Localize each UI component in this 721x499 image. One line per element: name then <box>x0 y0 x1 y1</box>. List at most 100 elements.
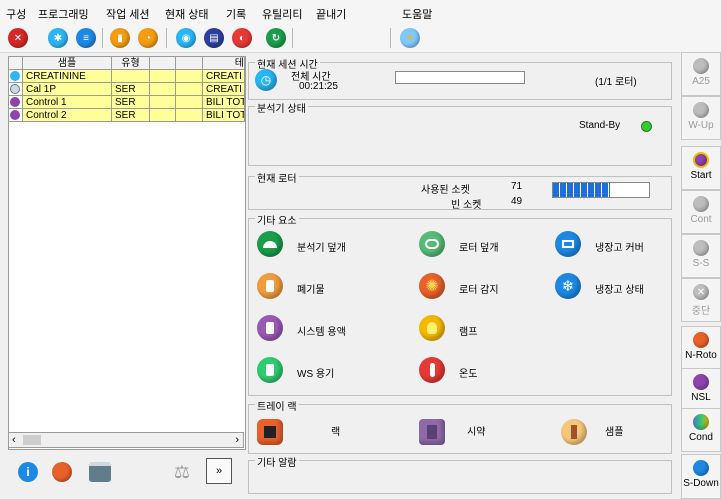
rotor-cover-icon <box>419 231 445 257</box>
menu-bar: 구성 프로그래밍 작업 세션 현재 상태 기록 유틸리티 끝내기 도움말 <box>0 0 721 24</box>
conditioning-icon <box>693 414 709 430</box>
analyzer-title: 분석기 상태 <box>255 100 308 115</box>
toolbar-separator <box>292 28 293 48</box>
fridge-status-label: 냉장고 상태 <box>595 285 644 296</box>
new-rotor-icon <box>693 332 709 348</box>
empty-sockets-label: 빈 소켓 <box>451 200 482 211</box>
sample-name: Cal 1P <box>23 83 112 96</box>
menu-help[interactable]: 도움말 <box>402 6 432 22</box>
rotor-fill <box>553 183 610 197</box>
analyzer-cover-label: 분석기 덮개 <box>297 243 346 254</box>
abort-icon: ✕ <box>693 284 709 300</box>
menu-current-status[interactable]: 현재 상태 <box>165 6 209 22</box>
sample-type: SER <box>112 109 150 122</box>
shutdown-icon <box>693 460 709 476</box>
header-type[interactable]: 유형 <box>112 57 150 70</box>
start-button[interactable]: Start <box>681 146 721 190</box>
list-icon[interactable]: ≡ <box>76 28 96 48</box>
scroll-thumb[interactable] <box>23 435 41 445</box>
other-elements-group: 기타 요소 분석기 덮개 로터 덮개 냉장고 커버 폐기물 ✺ 로터 감지 ❄ … <box>248 212 672 396</box>
header-col4[interactable] <box>176 57 203 70</box>
nsl-icon <box>693 374 709 390</box>
menu-work-session[interactable]: 작업 세션 <box>106 6 150 22</box>
info-button[interactable]: i <box>14 458 42 486</box>
clock-icon: ◷ <box>255 69 277 91</box>
sun-icon[interactable]: ☀ <box>400 28 420 48</box>
header-test[interactable]: 테 <box>203 57 245 70</box>
temperature-icon <box>419 357 445 383</box>
rotor-detect-icon: ✺ <box>419 273 445 299</box>
blue-status-icon <box>10 71 20 81</box>
new-rotor-button[interactable]: N-Roto <box>681 326 721 370</box>
table-row[interactable]: Control 2 SER BILI TOT <box>9 109 245 122</box>
shutdown-button[interactable]: S-Down <box>681 454 721 499</box>
used-sockets-label: 사용된 소켓 <box>421 185 470 196</box>
continue-button[interactable]: Cont <box>681 190 721 234</box>
scroll-left-arrow[interactable]: ‹ <box>12 434 16 446</box>
rotor-count: (1/1 로터) <box>595 77 637 88</box>
fridge-cover-label: 냉장고 커버 <box>595 243 644 254</box>
horizontal-scrollbar[interactable]: ‹ › <box>8 432 244 448</box>
a25-icon <box>693 58 709 74</box>
rack-label: 랙 <box>331 427 341 438</box>
table-row[interactable]: Control 1 SER BILI TOT <box>9 96 245 109</box>
menu-history[interactable]: 기록 <box>226 6 246 22</box>
right-action-bar: A25 W-Up Start Cont S-S ✕ 중단 N-Roto NSL C… <box>680 52 721 499</box>
session-time-group: 현재 세션 시간 ◷ 전체 시간 00:21:25 (1/1 로터) <box>248 56 672 100</box>
header-col3[interactable] <box>150 57 176 70</box>
header-sample[interactable]: 샘플 <box>23 57 112 70</box>
fridge-cover-icon <box>555 231 581 257</box>
print-button[interactable] <box>86 458 114 486</box>
lamp-icon <box>419 315 445 341</box>
menu-config[interactable]: 구성 <box>6 6 26 22</box>
alarm-icon[interactable]: ◐ <box>232 28 252 48</box>
a25-button[interactable]: A25 <box>681 52 721 96</box>
waste-label: 폐기물 <box>297 285 325 296</box>
balance-button[interactable]: ⚖ <box>168 458 196 486</box>
settings-button[interactable] <box>48 458 76 486</box>
sample-name: Control 1 <box>23 96 112 109</box>
table-header: 샘플 유형 테 <box>9 57 245 70</box>
calibration-icon[interactable]: ◔ <box>138 28 158 48</box>
other-title: 기타 요소 <box>255 212 299 227</box>
nsl-button[interactable]: NSL <box>681 368 721 412</box>
more-button[interactable]: » <box>206 458 232 484</box>
ss-button[interactable]: S-S <box>681 234 721 278</box>
toolbar-separator <box>390 28 391 48</box>
archive-icon[interactable]: ▤ <box>204 28 224 48</box>
conditioning-button[interactable]: Cond <box>681 408 721 452</box>
start-icon <box>693 152 709 168</box>
sample-type: SER <box>112 96 150 109</box>
sample-name: Control 2 <box>23 109 112 122</box>
camera-icon[interactable]: ◉ <box>176 28 196 48</box>
warmup-button[interactable]: W-Up <box>681 96 721 140</box>
rotor-fill-bar <box>552 182 650 198</box>
scroll-right-arrow[interactable]: › <box>235 434 239 446</box>
table-row[interactable]: CREATININE CREATI <box>9 70 245 83</box>
current-rotor-group: 현재 로터 사용된 소켓 71 빈 소켓 49 <box>248 170 672 211</box>
control-icon[interactable]: ▮ <box>110 28 130 48</box>
menu-programming[interactable]: 프로그래밍 <box>38 6 89 22</box>
printer-icon <box>89 462 111 482</box>
toolbar-separator <box>102 28 103 48</box>
snowflake-icon[interactable]: ✱ <box>48 28 68 48</box>
table-row[interactable]: Cal 1P SER CREATI <box>9 83 245 96</box>
menu-exit[interactable]: 끝내기 <box>316 6 346 22</box>
rotor-cover-label: 로터 덮개 <box>459 243 499 254</box>
toolbar: ✕ ✱ ≡ ▮ ◔ ◉ ▤ ◐ ↻ ☀ <box>0 24 721 53</box>
empty-sockets-value: 49 <box>511 196 523 207</box>
stop-icon[interactable]: ✕ <box>8 28 28 48</box>
rotor-title: 현재 로터 <box>255 170 299 185</box>
continue-icon <box>693 196 709 212</box>
abort-button[interactable]: ✕ 중단 <box>681 278 721 322</box>
sample-test: CREATI <box>203 83 245 96</box>
more-label: » <box>215 465 223 477</box>
menu-utility[interactable]: 유틸리티 <box>262 6 302 22</box>
rack-icon <box>257 419 283 445</box>
session-progress-bar <box>395 71 525 84</box>
ws-container-icon <box>257 357 283 383</box>
reagent-label: 시약 <box>467 427 486 438</box>
temperature-label: 온도 <box>459 369 478 380</box>
refresh-icon[interactable]: ↻ <box>266 28 286 48</box>
sample-test: CREATI <box>203 70 245 83</box>
